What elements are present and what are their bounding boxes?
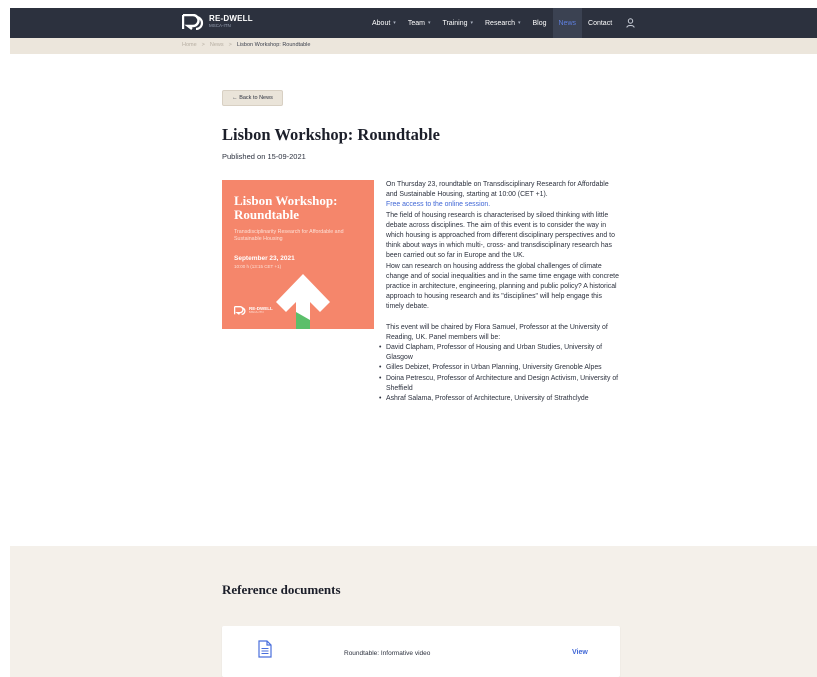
logo-name: RE-DWELL	[209, 14, 253, 24]
nav-item-contact[interactable]: Contact	[582, 8, 618, 38]
breadcrumb-current: Lisbon Workshop: Roundtable	[236, 42, 311, 48]
nav-item-training[interactable]: Training ▾	[436, 8, 479, 38]
published-date: Published on 15-09-2021	[222, 152, 306, 161]
nav-item-research[interactable]: Research ▾	[479, 8, 526, 38]
chevron-down-icon: ▾	[517, 20, 521, 26]
panel-members-list: David Clapham, Professor of Housing and …	[379, 343, 621, 404]
poster-title: Lisbon Workshop: Roundtable	[234, 193, 338, 222]
logo-mark-icon	[181, 13, 204, 31]
nav-item-label: Research	[485, 19, 515, 27]
event-poster-image: Lisbon Workshop: Roundtable Transdiscipl…	[222, 180, 374, 329]
nav-item-team[interactable]: Team ▾	[402, 8, 437, 38]
poster-logo: RE-DWELL MSCA-ITN	[234, 306, 273, 315]
online-session-link[interactable]: Free access to the online session.	[386, 201, 490, 208]
nav-item-blog[interactable]: Blog	[526, 8, 552, 38]
list-item: Gilles Debizet, Professor in Urban Plann…	[379, 363, 621, 373]
article-paragraph: The field of housing research is charact…	[386, 211, 615, 260]
chevron-down-icon: ▾	[427, 20, 431, 26]
chevron-down-icon: ▾	[393, 20, 396, 26]
breadcrumb-bar: Home > News > Lisbon Workshop: Roundtabl…	[10, 38, 817, 54]
section-title: Reference documents	[222, 582, 341, 597]
article-paragraph: This event will be chaired by Flora Samu…	[386, 323, 608, 341]
nav-item-label: Team	[407, 19, 425, 27]
poster-time: 10:00 h (13:15 CET +1)	[234, 264, 282, 269]
breadcrumb-separator: >	[228, 42, 232, 48]
article-paragraph: On Thursday 23, roundtable on Transdisci…	[386, 181, 609, 199]
nav-item-label: Contact	[588, 19, 613, 27]
breadcrumb: Home > News > Lisbon Workshop: Roundtabl…	[182, 42, 310, 48]
article-paragraph: How can research on housing address the …	[386, 262, 619, 311]
poster-date: September 23, 2021	[234, 255, 295, 262]
nav-item-news[interactable]: News	[552, 8, 583, 38]
back-to-news-button[interactable]: ← Back to News	[222, 90, 283, 106]
list-item: Doina Petrescu, Professor of Architectur…	[379, 374, 621, 394]
main-nav: About ▾ Team ▾ Training ▾ Research ▾ Blo…	[366, 8, 638, 38]
list-item: Ashraf Salama, Professor of Architecture…	[379, 394, 621, 404]
site-logo[interactable]: RE-DWELL MSCA-ITN	[181, 13, 253, 31]
poster-subtitle: Transdisciplinarity Research for Afforda…	[234, 229, 344, 242]
reference-documents-section: Reference documents Roundtable: Informat…	[10, 546, 817, 677]
page-title: Lisbon Workshop: Roundtable	[222, 125, 440, 144]
logo-mark-icon	[234, 306, 246, 315]
document-icon	[258, 640, 272, 663]
nav-item-about[interactable]: About ▾	[366, 8, 402, 38]
breadcrumb-news[interactable]: News	[210, 42, 224, 48]
user-icon[interactable]	[622, 8, 638, 38]
nav-item-label: Blog	[532, 19, 547, 27]
chevron-down-icon: ▾	[470, 20, 473, 26]
list-item: David Clapham, Professor of Housing and …	[379, 343, 621, 363]
nav-item-label: News	[558, 19, 577, 27]
nav-item-label: About	[372, 19, 391, 27]
article-body: On Thursday 23, roundtable on Transdisci…	[379, 180, 621, 404]
nav-item-label: Training	[442, 19, 468, 27]
arrow-up-icon	[274, 272, 332, 329]
breadcrumb-separator: >	[201, 42, 205, 48]
document-label: Roundtable: Informative video	[344, 650, 431, 657]
top-navigation-bar: RE-DWELL MSCA-ITN About ▾ Team ▾ Trainin…	[10, 8, 817, 38]
logo-subtitle: MSCA-ITN	[209, 23, 231, 29]
breadcrumb-home[interactable]: Home	[182, 42, 197, 48]
view-document-link[interactable]: View	[572, 649, 588, 656]
document-card: Roundtable: Informative video View	[222, 626, 620, 677]
poster-logo-subtitle: MSCA-ITN	[249, 310, 264, 315]
